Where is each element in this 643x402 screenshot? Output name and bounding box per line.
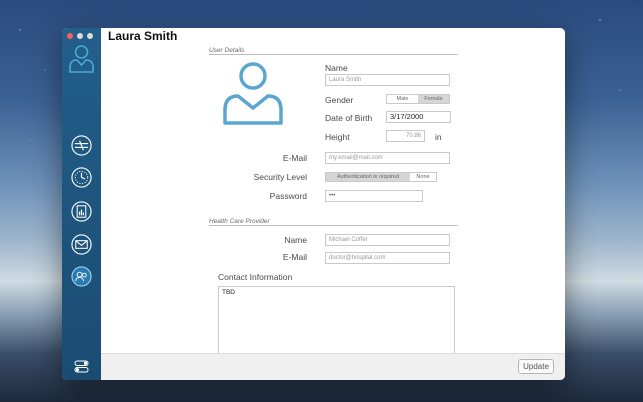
provider-email-label: E-Mail <box>282 252 307 262</box>
zoom-window-button[interactable] <box>87 33 93 39</box>
gender-option-male[interactable]: Male <box>387 95 418 103</box>
password-label: Password <box>269 191 307 201</box>
user-details-divider <box>209 54 458 55</box>
health-care-provider-divider <box>209 225 458 226</box>
security-level-label: Security Level <box>253 172 307 182</box>
height-unit-label: in <box>435 132 442 142</box>
user-icon[interactable] <box>71 266 92 287</box>
bottom-bar: Update <box>101 353 565 380</box>
gender-label: Gender <box>325 95 354 105</box>
provider-name-label: Name <box>284 235 307 245</box>
sidebar <box>62 28 101 380</box>
app-window: Laura Smith User Details Name Laura Smit… <box>62 28 565 380</box>
report-icon[interactable] <box>71 201 92 222</box>
clock-icon[interactable] <box>71 167 92 188</box>
settings-toggle-icon[interactable] <box>74 360 89 373</box>
date-of-birth-field[interactable]: 3/17/2000 <box>386 111 451 123</box>
gender-segmented-control: Male Female <box>386 94 450 104</box>
gender-option-female[interactable]: Female <box>418 95 449 103</box>
user-avatar-icon <box>223 62 283 125</box>
security-level-segmented-control: Authentication is required None <box>325 172 437 182</box>
height-label: Height <box>325 132 350 142</box>
date-of-birth-label: Date of Birth <box>325 113 373 123</box>
security-option-none[interactable]: None <box>410 173 436 181</box>
mail-icon[interactable] <box>71 234 92 255</box>
titlebar: Laura Smith <box>101 28 565 45</box>
health-care-provider-section-label: Health Care Provider <box>209 218 270 225</box>
name-label: Name <box>325 63 348 73</box>
provider-email-field[interactable]: doctor@hospital.com <box>325 252 450 264</box>
close-window-button[interactable] <box>67 33 73 39</box>
password-field[interactable]: ••• <box>325 190 423 202</box>
email-field[interactable]: my.email@mail.com <box>325 152 450 164</box>
provider-name-field[interactable]: Michael Coffer <box>325 234 450 246</box>
contact-information-label: Contact Information <box>218 272 293 282</box>
profile-icon[interactable] <box>68 44 95 73</box>
contact-information-textarea[interactable]: TBD <box>218 286 455 360</box>
minimize-window-button[interactable] <box>77 33 83 39</box>
window-title: Laura Smith <box>108 29 178 43</box>
content-area: User Details Name Laura Smith Gender Mal… <box>101 45 565 380</box>
name-field[interactable]: Laura Smith <box>325 74 450 86</box>
security-option-authentication[interactable]: Authentication is required <box>326 173 410 181</box>
update-button[interactable]: Update <box>518 359 554 374</box>
user-details-section-label: User Details <box>209 47 245 54</box>
email-label: E-Mail <box>282 153 307 163</box>
height-field[interactable]: 70.86 <box>386 130 425 142</box>
syringe-icon[interactable] <box>71 135 92 156</box>
